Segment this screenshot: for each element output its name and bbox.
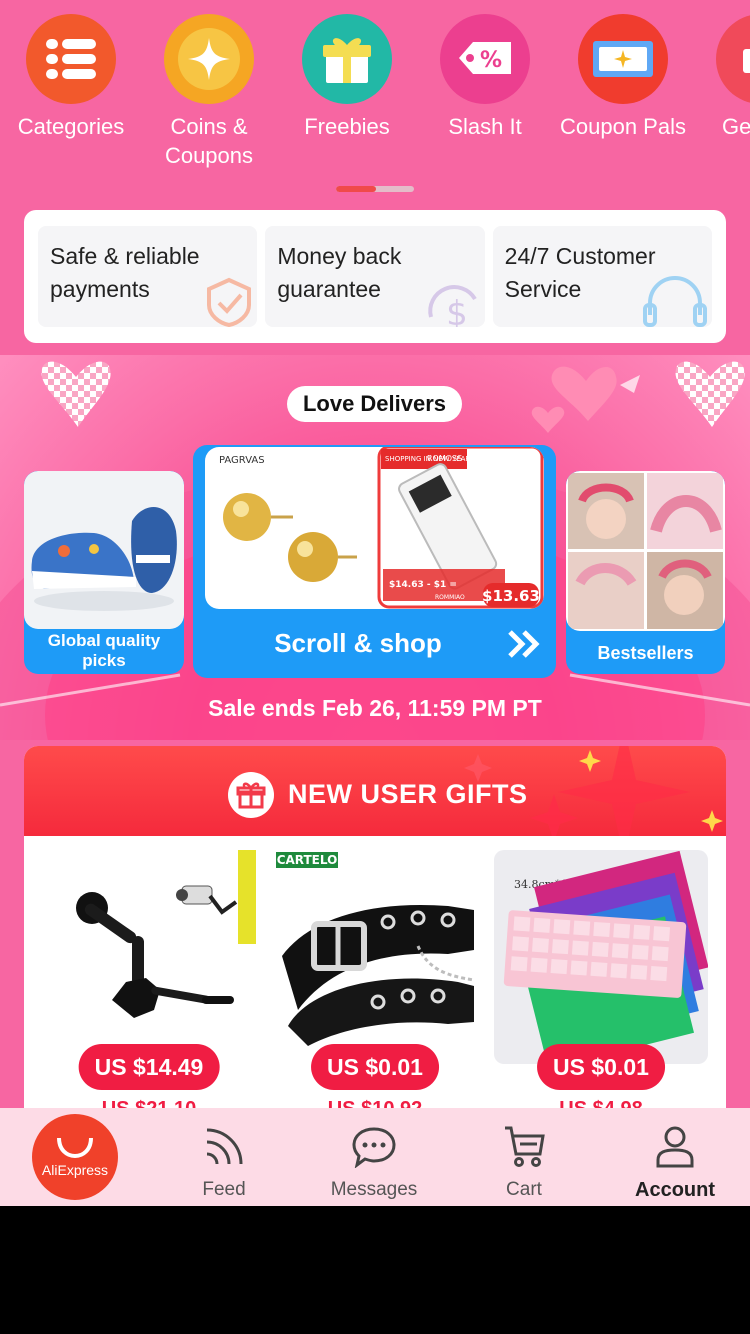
global-quality-picks-card[interactable]: Global quality picks (24, 471, 184, 674)
aliexpress-logo-text: AliExpress (41, 1162, 109, 1178)
hair-accessories-image (566, 471, 725, 631)
gift-icon (302, 14, 392, 104)
quick-link-label: Freebies (304, 114, 390, 139)
nav-feed[interactable]: Feed (149, 1108, 299, 1206)
quick-link-categories[interactable]: Categories (2, 14, 140, 141)
quick-link-label: Coins & Coupons (164, 114, 254, 168)
slash-tag-icon: % (440, 14, 530, 104)
promo-bottom-text: ROMMIAO (435, 594, 465, 601)
feed-icon (149, 1108, 299, 1168)
quick-links-pager (336, 186, 414, 192)
guarantee-money-back[interactable]: Money back guarantee $ (265, 226, 485, 327)
guarantee-text: 24/7 Customer Service (504, 243, 656, 302)
pager-active-indicator (336, 186, 376, 192)
campaign-title: Love Delivers (287, 386, 462, 422)
cart-icon (449, 1108, 599, 1168)
product-card[interactable]: CARTELO US $0.01 US $10.92 (268, 850, 482, 1120)
guarantee-customer-service[interactable]: 24/7 Customer Service (492, 226, 712, 327)
nav-label: Messages (330, 1179, 418, 1200)
bestsellers-card[interactable]: Bestsellers (566, 471, 725, 674)
sale-ends-text: Sale ends Feb 26, 11:59 PM PT (208, 695, 542, 721)
quick-link-coupon-pals[interactable]: Coupon Pals (554, 14, 692, 141)
double-chevron-right-icon (508, 630, 540, 658)
quick-link-label: Categories (17, 114, 125, 139)
keyboard-cover-image: 34.8cm*12cm (494, 850, 709, 1070)
quick-link-label: Coupon Pals (560, 114, 686, 139)
product-price: US $14.49 (78, 1044, 220, 1090)
brand-text: PAGRVAS (219, 455, 265, 466)
nav-messages[interactable]: Messages (299, 1108, 449, 1206)
nav-account[interactable]: Account (600, 1108, 750, 1206)
aliexpress-home-button[interactable]: AliExpress (32, 1114, 118, 1200)
categories-icon (26, 14, 116, 104)
guarantee-text: Money back guarantee (277, 243, 402, 302)
quick-link-label: Ge (722, 114, 750, 139)
product-card[interactable]: US $14.49 US $21.10 (42, 850, 256, 1120)
card-label: Global quality picks (47, 631, 161, 670)
svg-text:%: % (480, 48, 502, 73)
aliexpress-smile-icon (57, 1137, 93, 1158)
messages-icon (299, 1108, 449, 1168)
nav-cart[interactable]: Cart (449, 1108, 599, 1206)
aliexpress-home-screen: Categories Coins & Coupons Freebies % Sl… (0, 0, 750, 1206)
scroll-and-shop-card[interactable]: PAGRVAS SHOPPING IN NEW YEAR ROMOSS $14.… (193, 445, 556, 678)
promo-calc-text: $14.63 - $1 = (389, 580, 457, 590)
nav-label: Account (635, 1179, 715, 1201)
bottom-navigation-bar: AliExpress Feed Messages Cart Account (0, 1108, 750, 1206)
shoe-product-image (24, 471, 184, 629)
love-delivers-campaign[interactable]: Love Delivers Global quality picks PAGRV… (0, 355, 750, 740)
new-user-gifts-section[interactable]: NEW USER GIFTS US $14.49 US $21.10 (24, 746, 726, 1166)
promo-price-text: $13.63 (482, 587, 540, 605)
guarantee-card[interactable]: Safe & reliable payments Money back guar… (24, 210, 726, 343)
card-label: Scroll & shop (274, 628, 442, 658)
quick-link-partial[interactable]: Ge (692, 14, 750, 141)
guarantee-text: Safe & reliable payments (50, 243, 200, 302)
grommet-belt-image: CARTELO (268, 850, 482, 1050)
nav-label: Feed (202, 1179, 246, 1200)
quick-link-slash-it[interactable]: % Slash It (416, 14, 554, 141)
new-user-gifts-header: NEW USER GIFTS (24, 746, 726, 836)
gift-box-icon (228, 772, 274, 818)
product-price: US $0.01 (311, 1044, 439, 1090)
guarantee-safe-payments[interactable]: Safe & reliable payments (38, 226, 258, 327)
product-price: US $0.01 (537, 1044, 665, 1090)
featured-products-image: PAGRVAS SHOPPING IN NEW YEAR ROMOSS $14.… (205, 447, 544, 609)
promo-brand-text: ROMOSS (427, 454, 462, 463)
product-card[interactable]: 34.8cm*12cm US $0.01 US $4.98 (494, 850, 709, 1120)
bag-icon (716, 14, 750, 104)
new-user-gifts-title: NEW USER GIFTS (288, 779, 528, 809)
card-label: Bestsellers (597, 643, 694, 663)
quick-link-coins-coupons[interactable]: Coins & Coupons (140, 14, 278, 170)
belt-brand-text: CARTELO (277, 853, 338, 867)
quick-link-freebies[interactable]: Freebies (278, 14, 416, 141)
camera-mount-arm-image (42, 850, 256, 1050)
account-icon (600, 1108, 750, 1168)
coins-icon (164, 14, 254, 104)
quick-link-label: Slash It (448, 114, 522, 139)
coupon-icon (578, 14, 668, 104)
nav-label: Cart (506, 1179, 542, 1200)
quick-links-row: Categories Coins & Coupons Freebies % Sl… (0, 14, 750, 184)
